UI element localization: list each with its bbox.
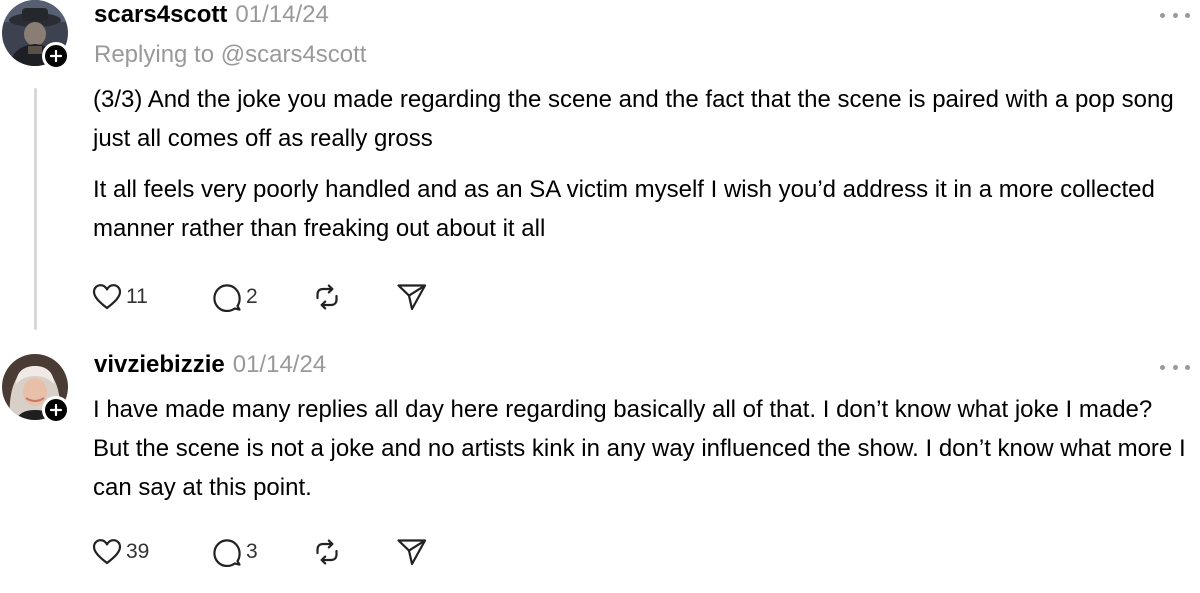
post-vivziebizzie: vivziebizzie 01/14/24 I have made many re… — [0, 340, 1200, 593]
share-button[interactable] — [396, 535, 436, 569]
reply-count: 3 — [246, 540, 258, 563]
reply-count: 2 — [246, 285, 258, 308]
post-paragraph: It all feels very poorly handled and as … — [93, 176, 1155, 242]
reply-button[interactable]: 2 — [212, 280, 312, 314]
dot — [1185, 12, 1190, 18]
follow-button[interactable] — [42, 396, 70, 424]
repost-icon — [316, 284, 338, 310]
username[interactable]: vivziebizzie — [94, 351, 225, 378]
heart-icon — [92, 284, 122, 310]
action-bar: 11 2 — [92, 280, 436, 314]
avatar-container[interactable] — [2, 354, 72, 424]
repost-icon — [316, 539, 338, 565]
post-scars4scott: scars4scott 01/14/24 Replying to @scars4s… — [0, 0, 1200, 340]
like-button[interactable]: 11 — [92, 280, 212, 314]
dot — [1172, 364, 1178, 370]
speech-bubble-icon — [213, 539, 241, 567]
thread-line — [34, 88, 37, 330]
send-icon — [397, 284, 427, 311]
send-icon — [397, 539, 427, 566]
share-button[interactable] — [396, 280, 436, 314]
more-options-icon[interactable] — [1160, 360, 1190, 374]
post-paragraph: (3/3) And the joke you made regarding th… — [93, 86, 1174, 152]
dot — [1160, 12, 1165, 18]
speech-bubble-icon — [213, 284, 241, 312]
avatar-container[interactable] — [2, 0, 72, 70]
like-count: 39 — [126, 540, 150, 563]
more-options-icon[interactable] — [1160, 8, 1190, 22]
action-bar: 39 3 — [92, 535, 436, 569]
follow-button[interactable] — [42, 42, 70, 70]
post-header: scars4scott 01/14/24 — [94, 0, 329, 30]
repost-button[interactable] — [312, 535, 396, 569]
like-button[interactable]: 39 — [92, 535, 212, 569]
post-body: (3/3) And the joke you made regarding th… — [93, 80, 1193, 248]
replying-to[interactable]: Replying to @scars4scott — [94, 40, 366, 70]
like-count: 11 — [126, 285, 148, 308]
username[interactable]: scars4scott — [94, 1, 227, 28]
dot — [1172, 12, 1178, 18]
post-header: vivziebizzie 01/14/24 — [94, 350, 326, 380]
plus-icon — [49, 403, 63, 417]
post-date: 01/14/24 — [232, 351, 327, 378]
post-body: I have made many replies all day here re… — [93, 390, 1193, 507]
post-paragraph: I have made many replies all day here re… — [93, 396, 1186, 501]
plus-icon — [49, 49, 63, 63]
dot — [1185, 364, 1190, 370]
reply-button[interactable]: 3 — [212, 535, 312, 569]
post-date: 01/14/24 — [235, 1, 329, 28]
repost-button[interactable] — [312, 280, 396, 314]
heart-icon — [92, 539, 122, 565]
dot — [1160, 364, 1165, 370]
